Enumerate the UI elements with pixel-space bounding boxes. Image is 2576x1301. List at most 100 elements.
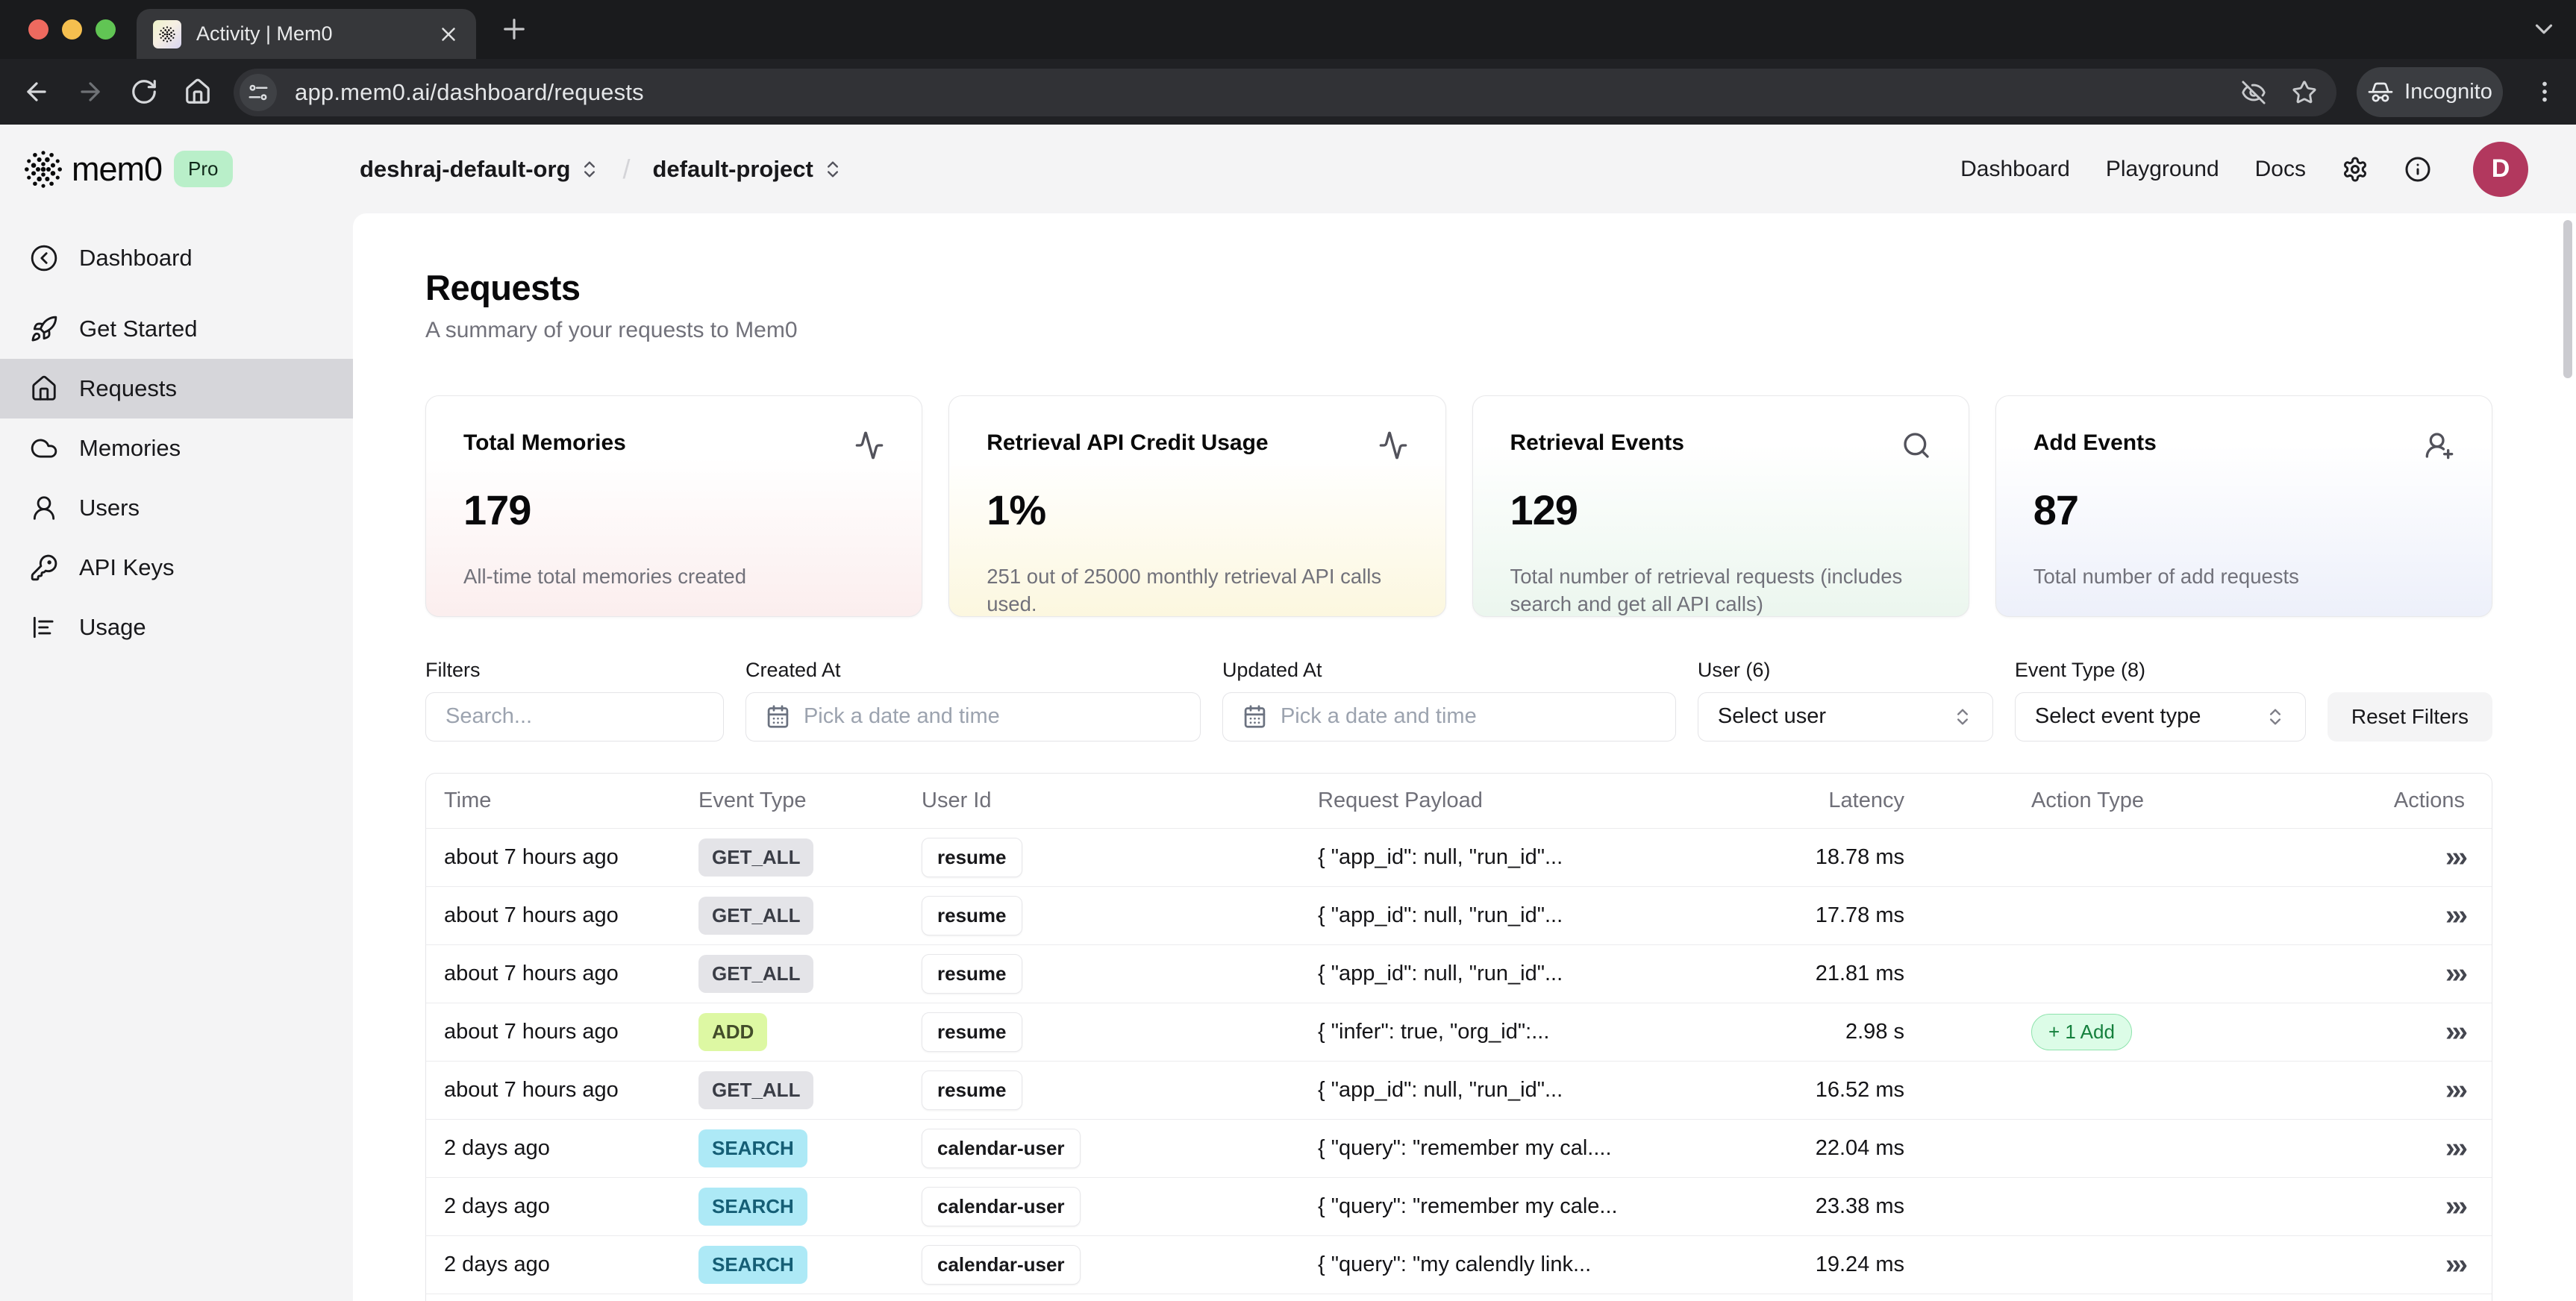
expand-row-icon[interactable]: ››› [2445, 1132, 2465, 1164]
brand[interactable]: mem0 Pro [22, 125, 233, 213]
stat-card-description: All-time total memories created [463, 562, 884, 590]
stat-card-description: Total number of retrieval requests (incl… [1510, 562, 1931, 618]
sidebar-item-get-started[interactable]: Get Started [0, 299, 353, 359]
user-id-badge: resume [922, 896, 1022, 935]
table-row[interactable]: 2 days ago SEARCH calendar-user { "query… [426, 1119, 2492, 1177]
app-header: mem0 Pro deshraj-default-org / default-p… [0, 125, 2576, 213]
gear-icon[interactable] [2342, 156, 2369, 183]
address-bar[interactable]: app.mem0.ai/dashboard/requests [234, 69, 2336, 116]
stat-card-value: 179 [463, 486, 884, 534]
project-selector[interactable]: default-project [652, 156, 813, 183]
sidebar-item-label: Get Started [79, 316, 198, 342]
eye-off-icon[interactable] [2241, 80, 2266, 105]
col-time: Time [426, 789, 681, 813]
table-row[interactable]: about 7 hours ago ADD resume { "infer": … [426, 1003, 2492, 1061]
info-icon[interactable] [2404, 156, 2431, 183]
cell-payload: { "infer": true, "org_id":... [1300, 1020, 1699, 1044]
event-type-select[interactable]: Select event type [2015, 692, 2306, 742]
user-id-badge: resume [922, 1012, 1022, 1052]
reload-button[interactable] [130, 78, 158, 106]
site-settings-icon[interactable] [240, 74, 277, 111]
cell-payload: { "app_id": null, "run_id"... [1300, 845, 1699, 870]
browser-tab-strip: Activity | Mem0 [0, 0, 2576, 59]
expand-row-icon[interactable]: ››› [2445, 958, 2465, 989]
window-minimize-button[interactable] [62, 19, 82, 40]
event-type-badge: SEARCH [698, 1246, 807, 1284]
sidebar-item-memories[interactable]: Memories [0, 418, 353, 478]
expand-row-icon[interactable]: ››› [2445, 1191, 2465, 1222]
bookmark-star-icon[interactable] [2292, 80, 2317, 105]
table-row[interactable]: 2 days ago SEARCH calendar-user { "query… [426, 1235, 2492, 1294]
sidebar-item-dashboard[interactable]: Dashboard [0, 228, 353, 288]
chevrons-up-down-icon[interactable] [579, 159, 600, 180]
expand-row-icon[interactable]: ››› [2445, 1249, 2465, 1280]
table-row[interactable]: about 7 hours ago GET_ALL resume { "app_… [426, 886, 2492, 944]
window-controls [28, 19, 116, 40]
nav-dashboard-link[interactable]: Dashboard [1960, 157, 2070, 182]
url-text[interactable]: app.mem0.ai/dashboard/requests [295, 79, 644, 106]
table-row[interactable]: about 7 hours ago GET_ALL resume { "app_… [426, 1061, 2492, 1119]
calendar-icon [1242, 704, 1267, 729]
sidebar-item-label: Dashboard [79, 245, 193, 272]
event-type-badge: ADD [698, 1013, 767, 1051]
home-button[interactable] [184, 78, 212, 106]
back-button[interactable] [22, 78, 51, 106]
cell-latency: 19.24 ms [1699, 1253, 1904, 1277]
nav-docs-link[interactable]: Docs [2255, 157, 2306, 182]
browser-tab[interactable]: Activity | Mem0 [137, 9, 476, 59]
stat-card-value: 129 [1510, 486, 1931, 534]
avatar[interactable]: D [2473, 142, 2528, 197]
tab-search-chevron-icon[interactable] [2530, 15, 2558, 43]
forward-button[interactable] [76, 78, 104, 106]
stat-card-title: Add Events [2033, 430, 2157, 456]
cell-time: 2 days ago [426, 1253, 681, 1277]
cell-payload: { "app_id": null, "run_id"... [1300, 962, 1699, 986]
browser-menu-icon[interactable] [2531, 72, 2558, 112]
stat-card-value: 87 [2033, 486, 2454, 534]
org-selector[interactable]: deshraj-default-org [360, 156, 570, 183]
nav-playground-link[interactable]: Playground [2106, 157, 2219, 182]
reset-filters-button[interactable]: Reset Filters [2328, 692, 2492, 742]
stat-cards: Total Memories 179 All-time total memori… [425, 395, 2492, 617]
user-select[interactable]: Select user [1698, 692, 1993, 742]
col-latency: Latency [1699, 789, 1904, 813]
table-row[interactable]: about 7 hours ago GET_ALL resume { "app_… [426, 828, 2492, 886]
search-input[interactable] [446, 704, 704, 729]
event-type-filter-label: Event Type (8) [2015, 659, 2306, 682]
expand-row-icon[interactable]: ››› [2445, 1016, 2465, 1047]
activity-icon [1378, 430, 1408, 460]
event-type-badge: GET_ALL [698, 955, 813, 993]
chevrons-up-down-icon[interactable] [822, 159, 843, 180]
sidebar-item-users[interactable]: Users [0, 478, 353, 538]
table-row[interactable]: 2 days ago SEARCH calendar-user { "query… [426, 1177, 2492, 1235]
sidebar-item-usage[interactable]: Usage [0, 598, 353, 657]
search-icon [1901, 430, 1931, 460]
user-id-badge: calendar-user [922, 1245, 1081, 1285]
cell-payload: { "query": "remember my cale... [1300, 1194, 1699, 1219]
sidebar-item-requests[interactable]: Requests [0, 359, 353, 418]
expand-row-icon[interactable]: ››› [2445, 900, 2465, 931]
table-row[interactable]: about 7 hours ago GET_ALL resume { "app_… [426, 944, 2492, 1003]
tab-favicon-icon [153, 20, 181, 48]
tab-close-icon[interactable] [437, 23, 460, 46]
incognito-label: Incognito [2404, 80, 2492, 104]
created-at-picker[interactable]: Pick a date and time [745, 692, 1201, 742]
cell-payload: { "app_id": null, "run_id"... [1300, 1078, 1699, 1103]
window-zoom-button[interactable] [96, 19, 116, 40]
tab-title: Activity | Mem0 [196, 22, 437, 46]
requests-table: Time Event Type User Id Request Payload … [425, 773, 2492, 1301]
sidebar-item-api-keys[interactable]: API Keys [0, 538, 353, 598]
mem0-logo-icon [22, 148, 64, 190]
expand-row-icon[interactable]: ››› [2445, 841, 2465, 873]
updated-at-picker[interactable]: Pick a date and time [1222, 692, 1676, 742]
new-tab-button[interactable] [498, 13, 530, 45]
expand-row-icon[interactable]: ››› [2445, 1074, 2465, 1106]
window-close-button[interactable] [28, 19, 49, 40]
col-user-id: User Id [904, 789, 1300, 813]
col-request-payload: Request Payload [1300, 789, 1699, 813]
cell-latency: 21.81 ms [1699, 962, 1904, 986]
calendar-icon [766, 704, 790, 729]
stat-card-total-memories: Total Memories 179 All-time total memori… [425, 395, 922, 617]
page-scrollbar[interactable] [2563, 220, 2572, 378]
table-header: Time Event Type User Id Request Payload … [426, 774, 2492, 828]
